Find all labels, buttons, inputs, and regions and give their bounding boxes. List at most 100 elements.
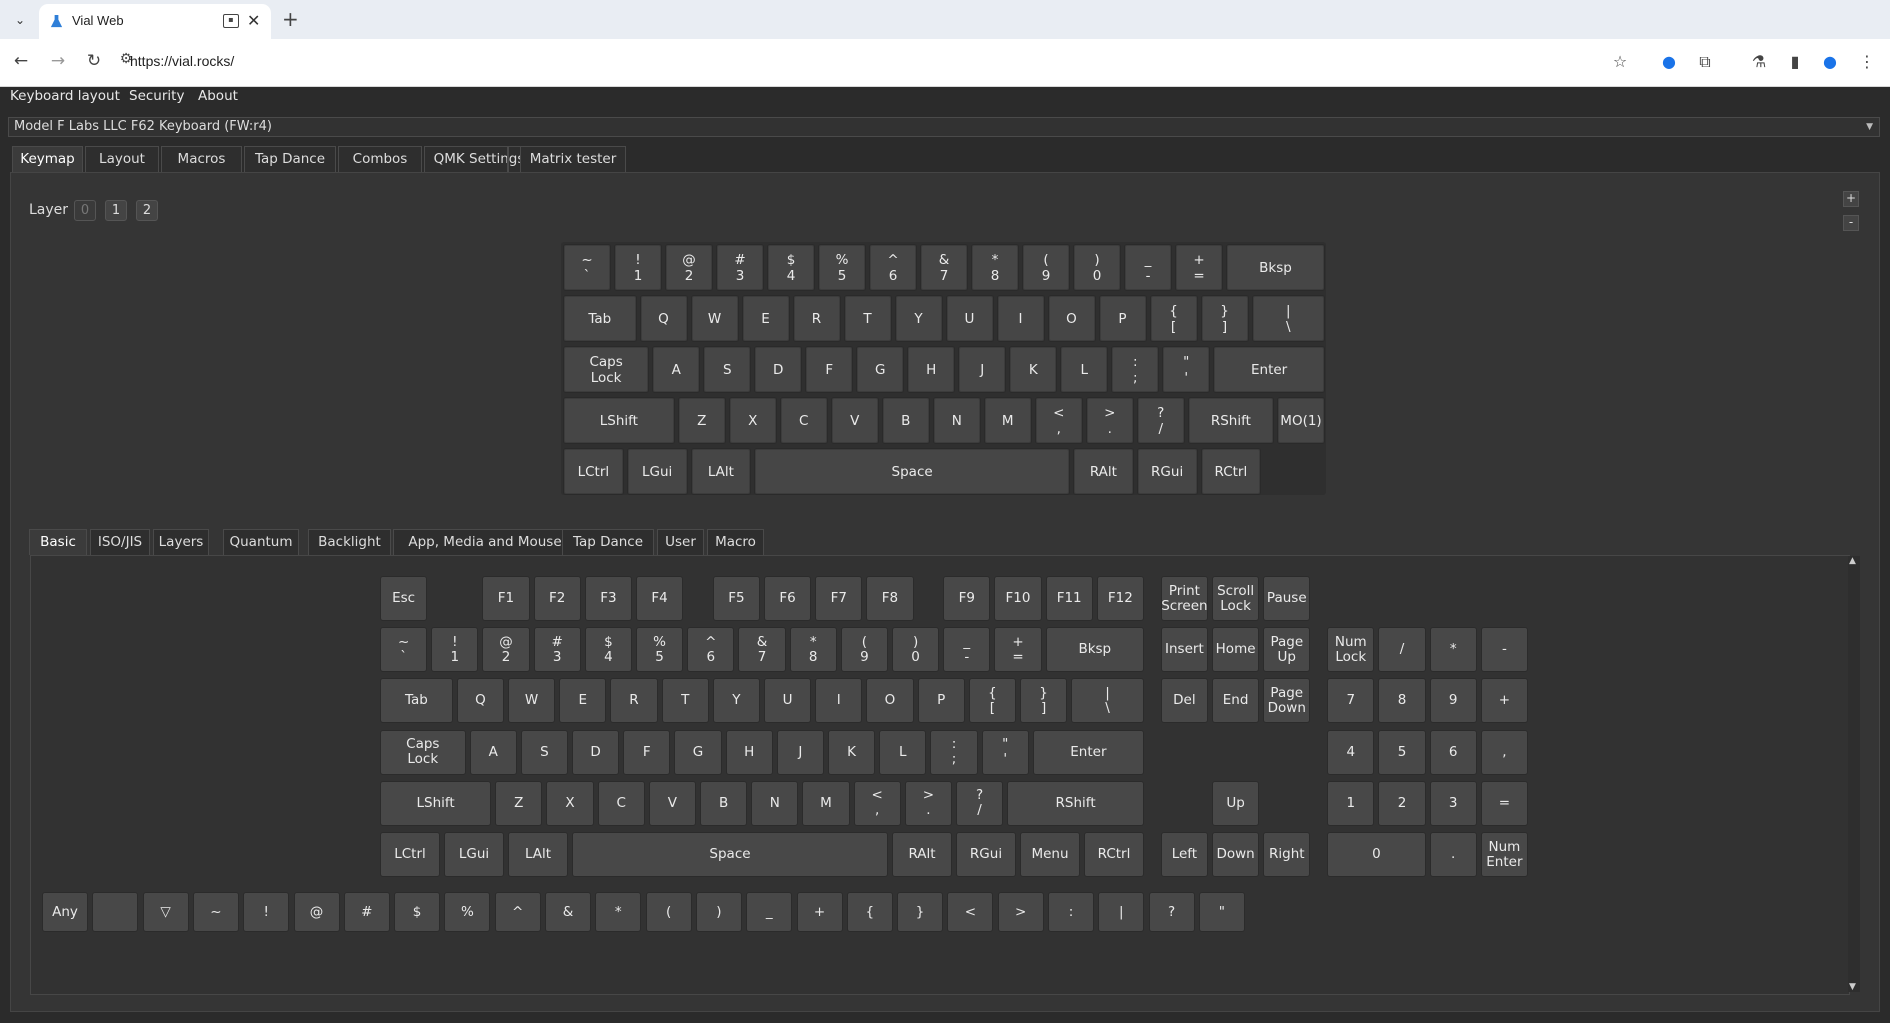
tab-combos[interactable]: Combos <box>338 146 422 172</box>
keycode-key[interactable]: 2 <box>1378 780 1426 826</box>
keymap-key[interactable]: > . <box>1085 397 1134 444</box>
special-key[interactable]: ) <box>695 892 742 932</box>
keymap-key[interactable]: " ' <box>1162 346 1211 393</box>
keycode-key[interactable]: Right <box>1263 832 1311 877</box>
keycode-key[interactable]: < , <box>853 780 901 826</box>
keycode-key[interactable]: Y <box>712 678 760 724</box>
keymap-key[interactable]: O <box>1047 295 1096 342</box>
keymap-key[interactable]: Q <box>639 295 688 342</box>
keycode-key[interactable]: LAlt <box>508 832 568 877</box>
keymap-key[interactable]: Caps Lock <box>563 346 650 393</box>
keycode-key[interactable]: Pause <box>1263 576 1311 621</box>
keycode-key[interactable]: R <box>610 678 658 724</box>
keycode-key[interactable]: F8 <box>866 576 914 621</box>
tab-user[interactable]: User <box>657 529 704 555</box>
special-key[interactable]: } <box>897 892 944 932</box>
tab-matrix-tester[interactable]: Matrix tester <box>520 146 626 172</box>
keycode-key[interactable]: Enter <box>1032 729 1144 775</box>
keycode-key[interactable]: F6 <box>764 576 812 621</box>
keymap-key[interactable]: { [ <box>1149 295 1198 342</box>
menu-about[interactable]: About <box>198 88 238 104</box>
keycode-key[interactable]: F <box>623 729 671 775</box>
keycode-key[interactable]: F11 <box>1045 576 1093 621</box>
keycode-key[interactable]: T <box>661 678 709 724</box>
keycode-key[interactable]: " ' <box>981 729 1029 775</box>
keycode-key[interactable]: Left <box>1160 832 1208 877</box>
keymap-key[interactable]: # 3 <box>716 244 764 291</box>
keycode-key[interactable]: L <box>879 729 927 775</box>
browser-menu-icon[interactable]: ⋮ <box>1856 51 1878 73</box>
tab-layers[interactable]: Layers <box>153 529 209 555</box>
keycode-key[interactable]: 4 <box>1327 729 1375 775</box>
keycode-key[interactable]: Del <box>1160 678 1208 724</box>
keymap-key[interactable]: & 7 <box>920 244 968 291</box>
keycode-key[interactable]: F1 <box>482 576 530 621</box>
keycode-key[interactable]: 1 <box>1327 780 1375 826</box>
keycode-key[interactable]: ( 9 <box>840 627 888 673</box>
keymap-key[interactable]: Enter <box>1213 346 1325 393</box>
keycode-key[interactable]: D <box>572 729 620 775</box>
special-key[interactable]: { <box>846 892 893 932</box>
keycode-key[interactable]: Page Down <box>1263 678 1311 724</box>
keycode-key[interactable]: * 8 <box>789 627 837 673</box>
keycode-key[interactable]: F3 <box>584 576 632 621</box>
special-key[interactable]: * <box>595 892 642 932</box>
menu-security[interactable]: Security <box>129 88 184 104</box>
keymap-key[interactable]: LCtrl <box>563 448 624 495</box>
keycode-key[interactable]: F2 <box>533 576 581 621</box>
tab-tap-dance-keycodes[interactable]: Tap Dance <box>562 529 654 555</box>
keycode-key[interactable]: LShift <box>380 780 492 826</box>
keymap-key[interactable]: T <box>843 295 892 342</box>
keycode-key[interactable]: Page Up <box>1263 627 1311 673</box>
special-key[interactable]: + <box>796 892 843 932</box>
keycode-key[interactable]: = <box>1480 780 1528 826</box>
keycode-key[interactable]: F4 <box>636 576 684 621</box>
keycode-key[interactable]: - <box>1480 627 1528 673</box>
keycode-key[interactable]: 0 <box>1327 832 1426 877</box>
tab-search-icon[interactable]: ⌄ <box>9 9 31 31</box>
keycode-key[interactable]: F5 <box>712 576 760 621</box>
tab-backlight[interactable]: Backlight <box>308 529 391 555</box>
keycode-key[interactable]: ^ 6 <box>687 627 735 673</box>
back-icon[interactable]: ← <box>9 51 33 71</box>
keymap-key[interactable]: Z <box>677 397 726 444</box>
menu-keyboard-layout[interactable]: Keyboard layout <box>10 88 120 104</box>
keymap-key[interactable]: U <box>945 295 994 342</box>
special-key[interactable]: _ <box>746 892 793 932</box>
tab-macros[interactable]: Macros <box>161 146 242 172</box>
layer-button-0[interactable]: 0 <box>74 200 96 221</box>
keymap-key[interactable]: MO(1) <box>1277 397 1325 444</box>
keycode-key[interactable]: 3 <box>1429 780 1477 826</box>
keymap-key[interactable]: D <box>754 346 803 393</box>
keycode-key[interactable]: + = <box>994 627 1042 673</box>
layer-button-1[interactable]: 1 <box>105 200 127 221</box>
keycode-key[interactable]: | \ <box>1071 678 1144 724</box>
keycode-key[interactable]: A <box>469 729 517 775</box>
keycode-key[interactable]: Home <box>1212 627 1260 673</box>
new-tab-icon[interactable]: + <box>282 7 299 31</box>
keycode-key[interactable]: Up <box>1212 780 1260 826</box>
keymap-key[interactable]: RCtrl <box>1200 448 1262 495</box>
labs-icon[interactable]: ⚗ <box>1748 51 1770 73</box>
keymap-key[interactable]: LGui <box>626 448 688 495</box>
keycode-key[interactable]: { [ <box>968 678 1016 724</box>
keycode-key[interactable]: Space <box>572 832 888 877</box>
keymap-key[interactable]: @ 2 <box>665 244 713 291</box>
keycode-key[interactable]: F12 <box>1096 576 1144 621</box>
keycode-key[interactable]: 8 <box>1378 678 1426 724</box>
keycode-key[interactable]: ~ ` <box>380 627 428 673</box>
keycode-key[interactable]: E <box>559 678 607 724</box>
keycode-key[interactable]: RCtrl <box>1084 832 1144 877</box>
keycode-key[interactable]: } ] <box>1020 678 1068 724</box>
keymap-key[interactable]: _ - <box>1124 244 1172 291</box>
keycode-key[interactable]: . <box>1429 832 1477 877</box>
keycode-key[interactable]: Scroll Lock <box>1212 576 1260 621</box>
keycode-key[interactable]: / <box>1378 627 1426 673</box>
keymap-key[interactable]: R <box>792 295 841 342</box>
keycode-key[interactable]: K <box>828 729 876 775</box>
keycode-key[interactable]: Num Lock <box>1327 627 1375 673</box>
keymap-key[interactable]: B <box>881 397 930 444</box>
device-select[interactable]: Model F Labs LLC F62 Keyboard (FW:r4) ▼ <box>8 117 1880 137</box>
special-key[interactable]: | <box>1098 892 1145 932</box>
special-key[interactable]: < <box>947 892 994 932</box>
